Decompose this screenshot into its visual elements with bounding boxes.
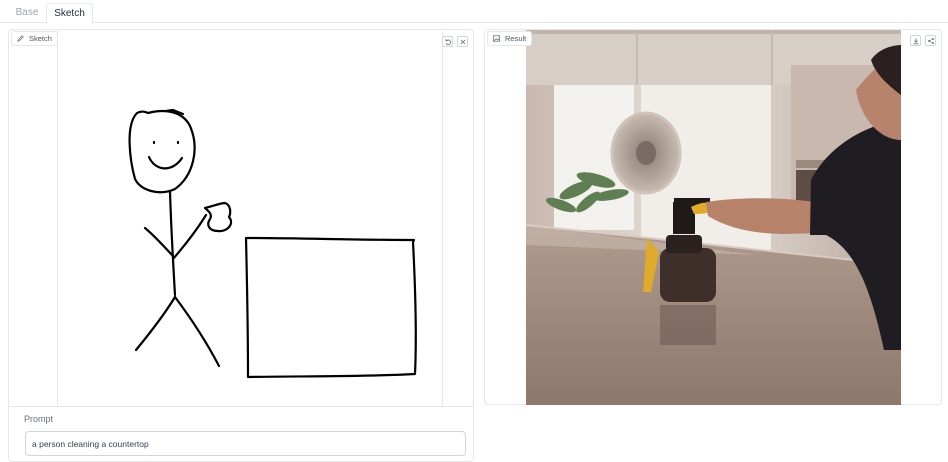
sketch-arm-right [171, 213, 208, 261]
sketch-rag [203, 201, 233, 233]
download-icon [913, 37, 918, 44]
prompt-input[interactable] [25, 431, 466, 456]
close-icon [460, 39, 465, 44]
sketch-panel: Sketch Prompt a person cleaning a counte… [8, 29, 474, 462]
undo-icon [444, 38, 451, 45]
tab-base[interactable]: Base [10, 3, 44, 23]
sketch-head [128, 109, 196, 194]
generated-photo [526, 30, 901, 405]
image-icon [492, 35, 501, 42]
sketch-body [168, 189, 177, 297]
pencil-icon [17, 35, 24, 42]
result-image [526, 30, 901, 405]
result-label-badge: Result [487, 31, 533, 46]
sketch-canvas[interactable] [18, 31, 468, 406]
prompt-label: Prompt [24, 414, 54, 424]
tab-sketch[interactable]: Sketch [46, 3, 93, 24]
tab-bar: Base Sketch [0, 0, 948, 24]
sketch-arm-left [143, 226, 175, 258]
sketch-drawing[interactable] [58, 31, 442, 406]
sketch-label: Sketch [29, 34, 52, 43]
sketch-label-badge: Sketch [11, 31, 58, 46]
canvas-margin-right [442, 31, 466, 406]
prompt-section: Prompt [9, 406, 473, 462]
sketch-rectangle [244, 236, 417, 379]
sketch-leg-left [134, 295, 177, 352]
result-panel: Result [484, 29, 942, 405]
share-button[interactable] [925, 35, 936, 46]
canvas-margin-left [18, 31, 58, 406]
result-label: Result [505, 34, 527, 43]
share-icon [927, 37, 934, 44]
clear-button[interactable] [457, 36, 468, 47]
download-button[interactable] [910, 35, 921, 46]
sketch-leg-right [173, 295, 221, 368]
sketch-smile [147, 155, 184, 170]
undo-button[interactable] [442, 36, 453, 47]
